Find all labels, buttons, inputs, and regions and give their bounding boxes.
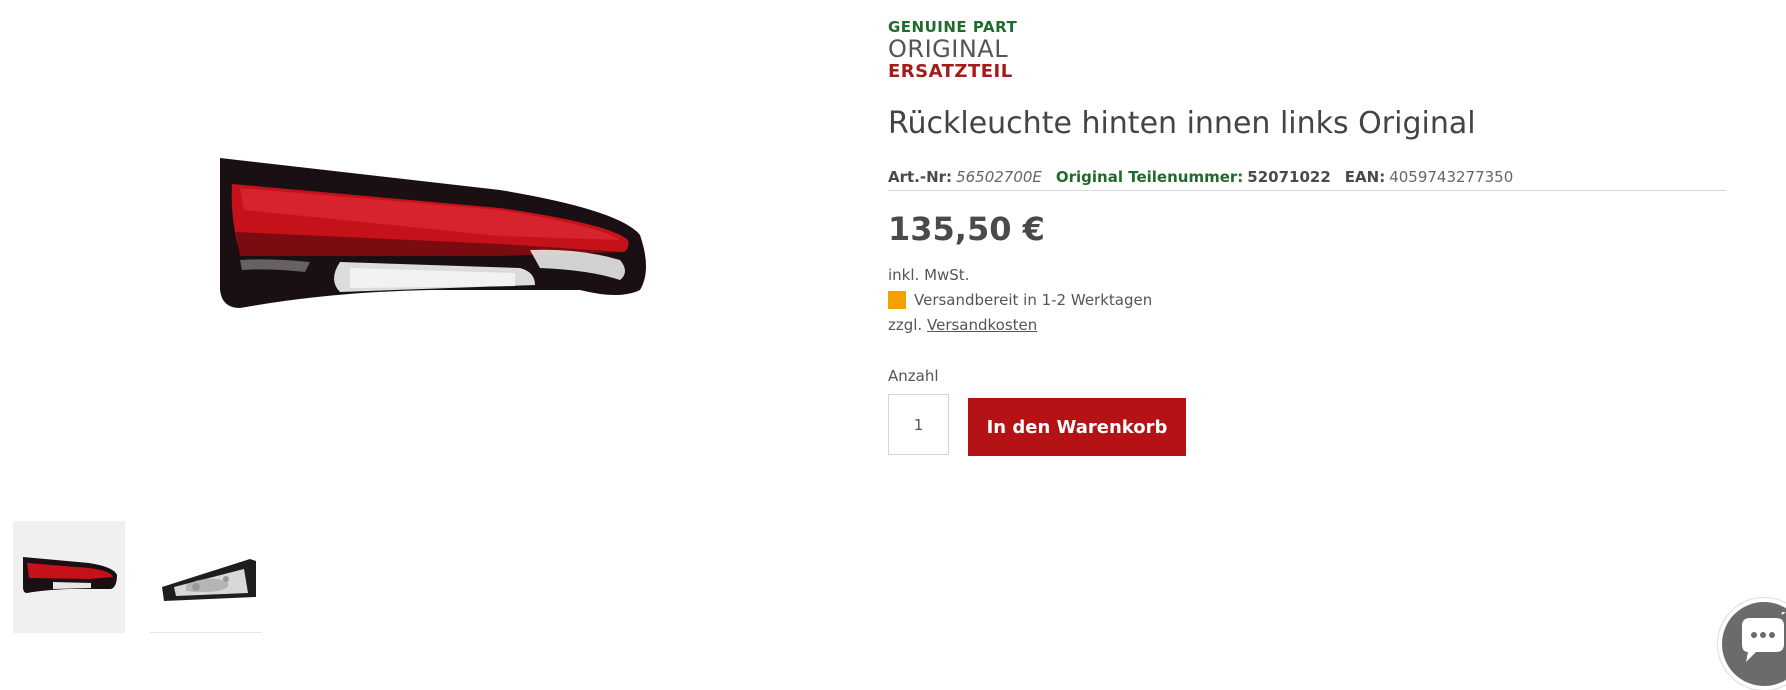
delivery-status: Versandbereit in 1-2 Werktagen (888, 291, 1152, 309)
tail-light-image (220, 158, 646, 308)
tail-light-back-thumbnail (162, 559, 256, 601)
ean-value: 4059743277350 (1389, 168, 1514, 186)
product-title: Rückleuchte hinten innen links Original (888, 106, 1476, 141)
chat-bubble-icon (1742, 612, 1786, 662)
add-to-cart-button[interactable]: In den Warenkorb (968, 398, 1186, 456)
gallery-thumbnail-1[interactable] (13, 521, 125, 633)
quantity-input[interactable] (888, 394, 949, 455)
product-price: 135,50 € (888, 210, 1045, 248)
shipping-note: zzgl. Versandkosten (888, 316, 1037, 334)
tax-note: inkl. MwSt. (888, 266, 970, 284)
gallery-thumbnail-2[interactable] (150, 521, 262, 633)
tail-light-front-thumbnail (23, 557, 117, 593)
art-nr-label: Art.-Nr: (888, 168, 953, 186)
main-product-image[interactable] (200, 140, 660, 350)
badge-line-genuine: GENUINE PART (888, 18, 1018, 36)
shipping-costs-link[interactable]: Versandkosten (927, 316, 1037, 334)
shipping-prefix: zzgl. (888, 316, 923, 334)
oe-number-label: Original Teilenummer: (1055, 168, 1244, 186)
oe-number-value: 52071022 (1247, 168, 1331, 186)
badge-line-ersatzteil: ERSATZTEIL (888, 61, 1013, 82)
quantity-label: Anzahl (888, 367, 939, 385)
delivery-status-indicator (888, 291, 906, 309)
ean-label: EAN: (1344, 168, 1386, 186)
product-gallery (0, 0, 880, 670)
badge-line-original: ORIGINAL (888, 35, 1009, 63)
art-nr-value: 56502700E (956, 168, 1042, 186)
product-meta: Art.-Nr: 56502700E Original Teilenummer: 52… (888, 168, 1726, 191)
chat-widget-button[interactable] (1718, 598, 1786, 690)
delivery-status-text: Versandbereit in 1-2 Werktagen (914, 291, 1153, 309)
genuine-part-badge: GENUINE PART ORIGINAL ERSATZTEIL (888, 20, 1017, 81)
